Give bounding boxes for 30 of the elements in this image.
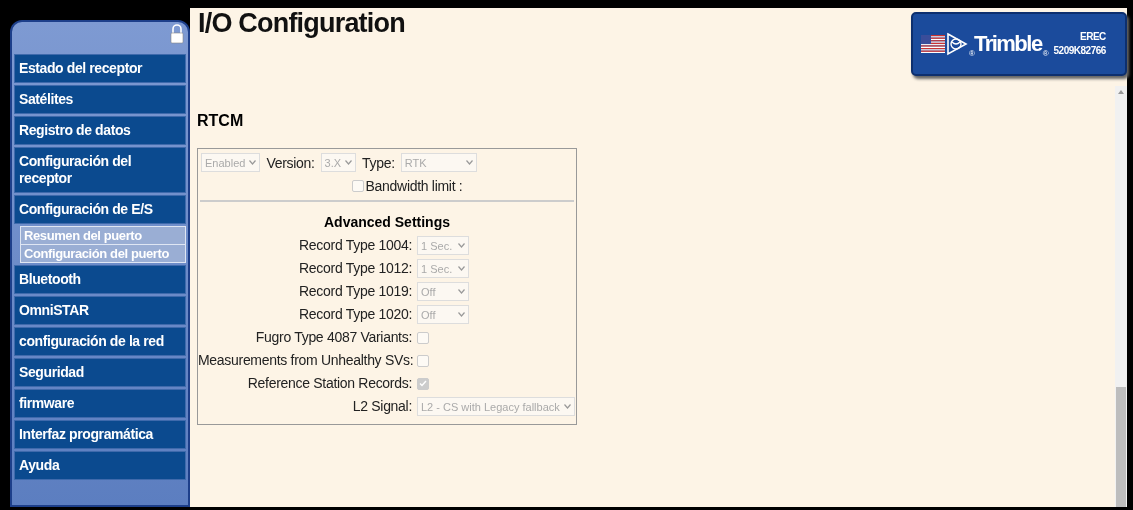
- model-name: EREC: [1080, 30, 1106, 44]
- field-label: Record Type 1019:: [298, 282, 412, 301]
- serial-number: 5209K82766: [1053, 44, 1106, 58]
- sidebar-item[interactable]: OmniSTAR: [14, 296, 186, 325]
- field-label: Record Type 1012:: [298, 259, 412, 278]
- field-label: Version:: [266, 154, 315, 171]
- sidebar-item[interactable]: Configuración de E/S: [14, 195, 186, 224]
- sidebar-item[interactable]: Satélites: [14, 85, 186, 114]
- field-label: Type:: [362, 154, 395, 171]
- field-label: Record Type 1020:: [298, 305, 412, 324]
- sidebar-item[interactable]: Interfaz programática: [14, 420, 186, 449]
- sidebar-item[interactable]: Configuración del receptor: [14, 147, 186, 193]
- subsection-title: Advanced Settings: [323, 213, 451, 232]
- field-label: L2 Signal:: [351, 397, 412, 416]
- page-title: I/O Configuration: [198, 8, 405, 39]
- field-label: Reference Station Records:: [246, 374, 412, 393]
- sidebar-item[interactable]: Registro de datos: [14, 116, 186, 145]
- checkbox-label: Bandwidth limit :: [365, 178, 463, 194]
- field-label: Record Type 1004:: [298, 236, 412, 255]
- sidebar-item[interactable]: Ayuda: [14, 451, 186, 480]
- registered-mark: ®: [969, 49, 975, 58]
- field-label: Fugro Type 4087 Variants:: [254, 328, 412, 347]
- sidebar-item[interactable]: Bluetooth: [14, 265, 186, 294]
- sidebar-item[interactable]: firmware: [14, 389, 186, 418]
- registered-mark: ®: [1042, 49, 1049, 58]
- field-label: Measurements from Unhealthy SVs:: [198, 351, 412, 370]
- section-title: RTCM: [197, 112, 245, 130]
- sidebar-item[interactable]: configuración de la red: [14, 327, 186, 356]
- sidebar-item[interactable]: Estado del receptor: [14, 54, 186, 83]
- sidebar-item[interactable]: Seguridad: [14, 358, 186, 387]
